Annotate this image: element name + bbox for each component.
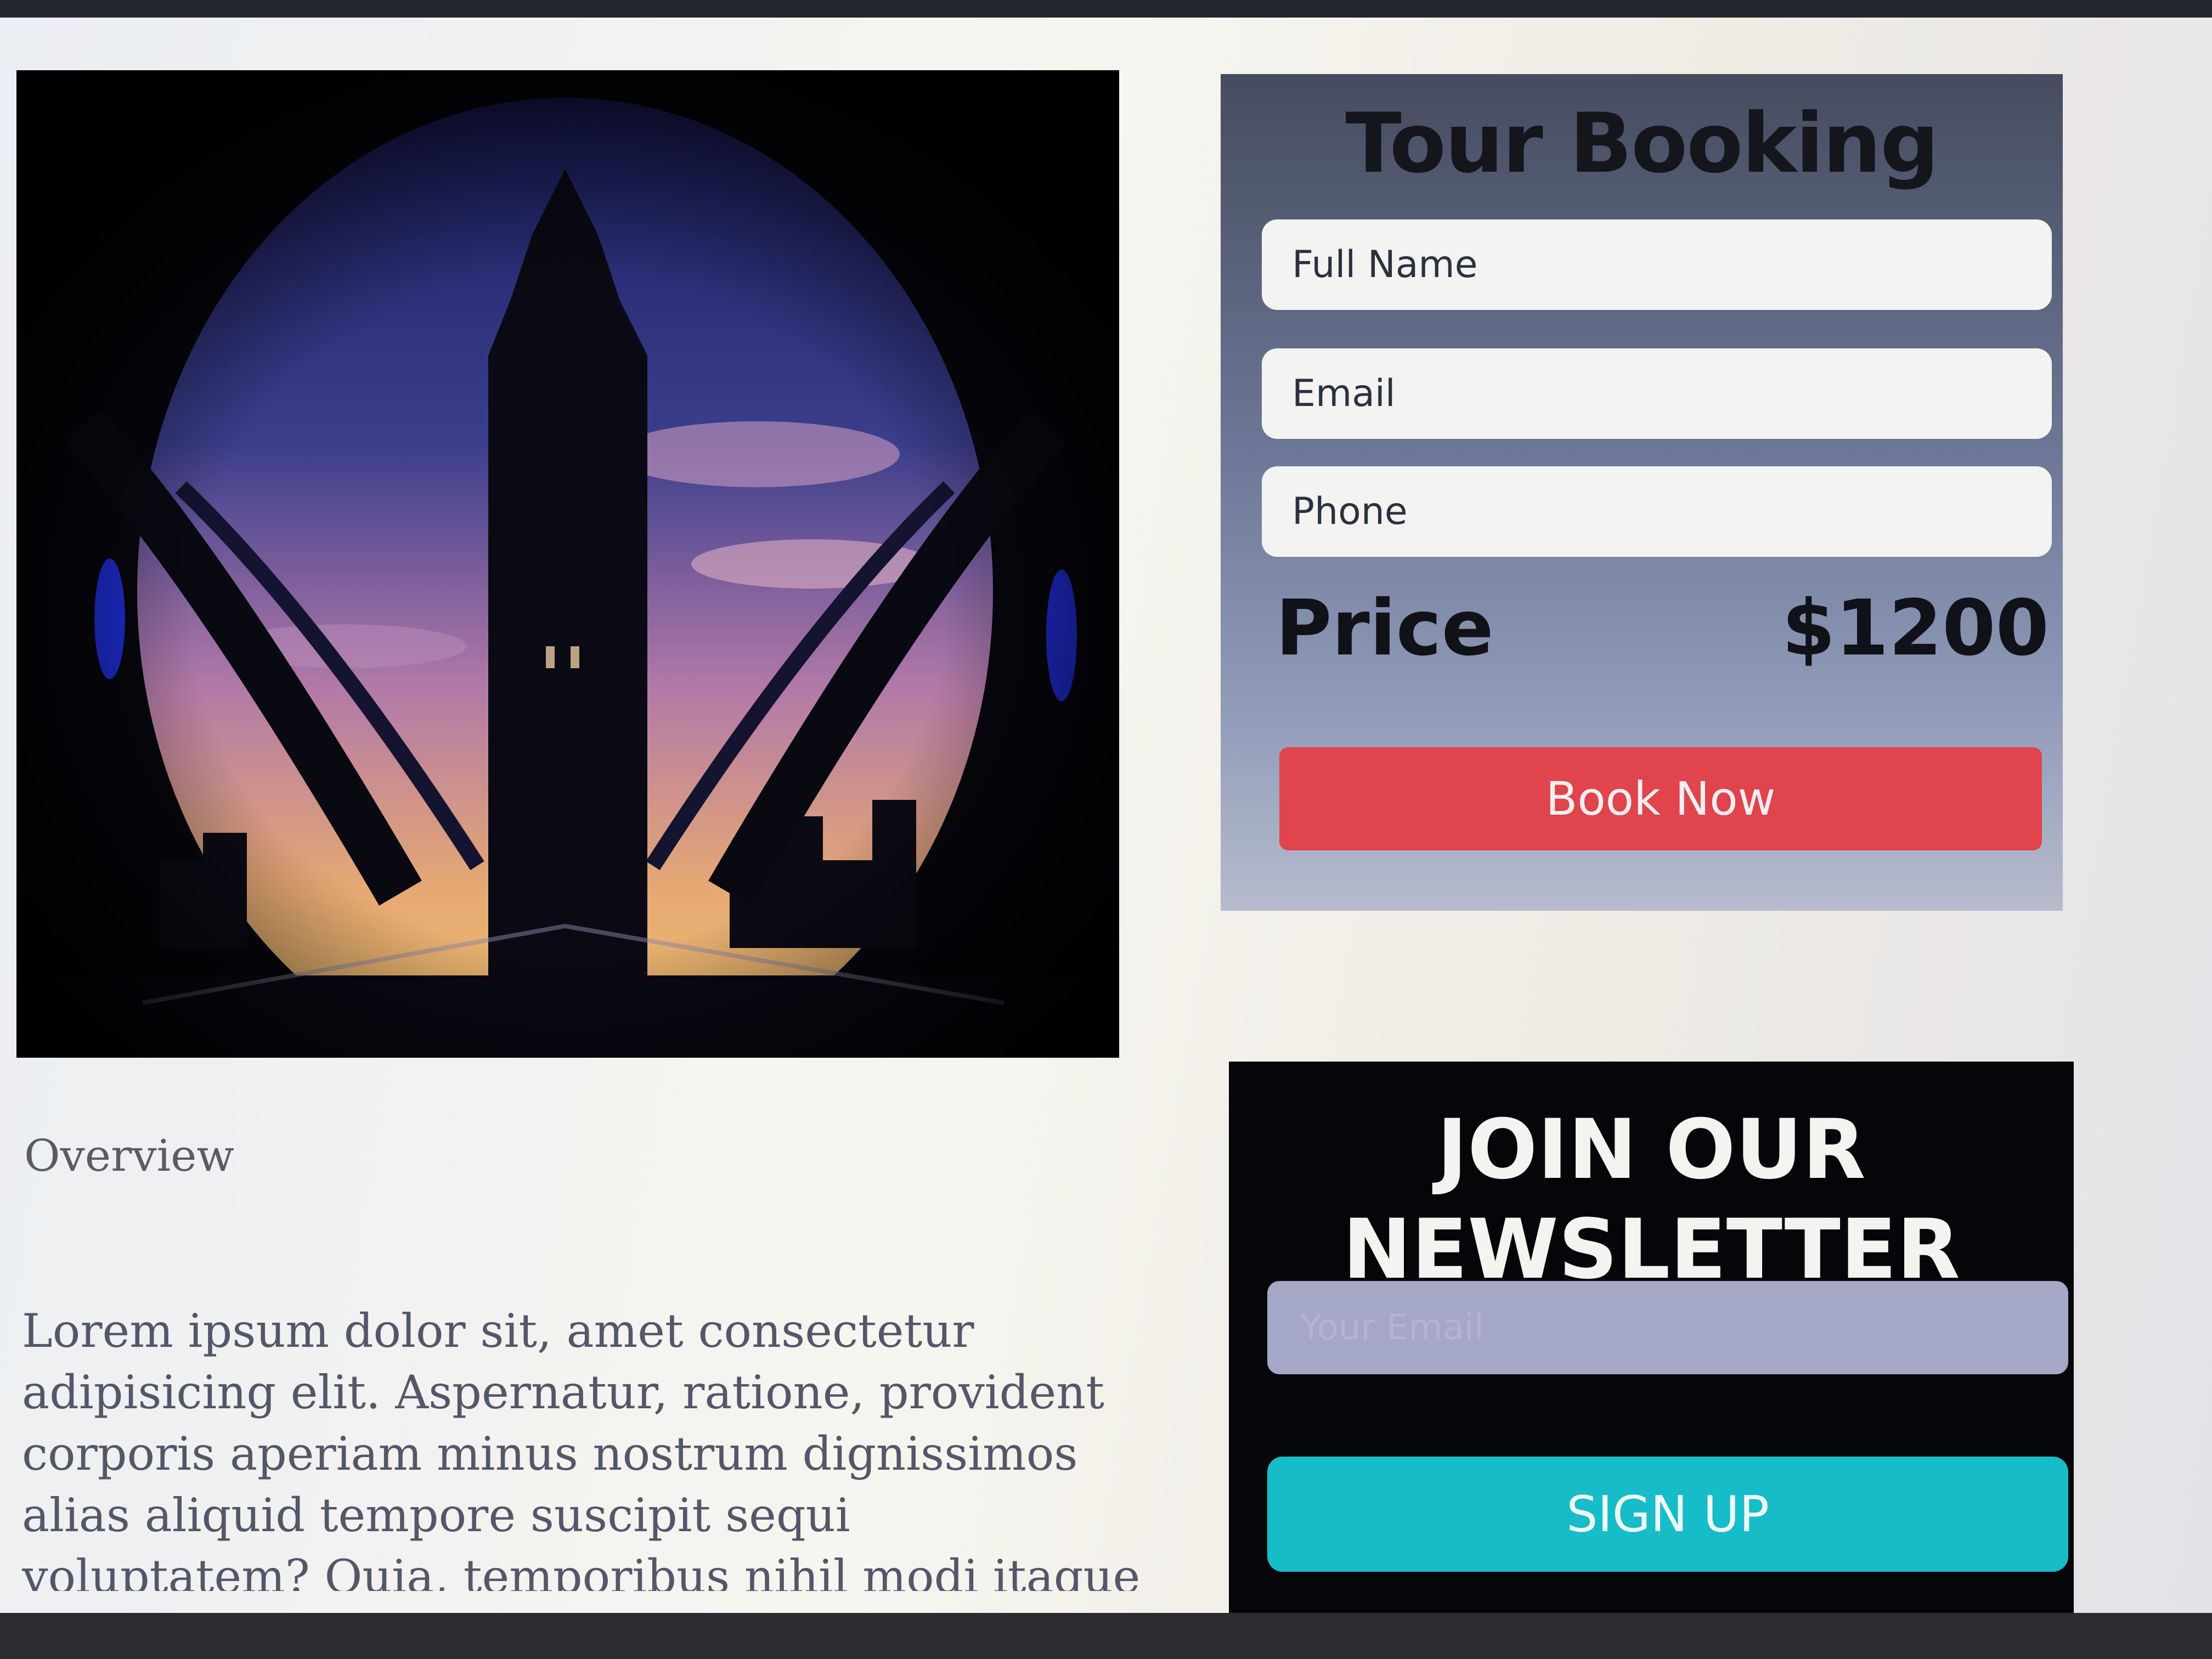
price-value: $1200 bbox=[1781, 583, 2049, 673]
screen-bezel-top bbox=[0, 0, 2212, 18]
tour-booking-card: Tour Booking Full Name Email Phone Price… bbox=[1221, 74, 2063, 911]
full-name-field[interactable]: Full Name bbox=[1262, 219, 2052, 310]
email-field[interactable]: Email bbox=[1262, 348, 2052, 439]
tour-hero-image bbox=[16, 70, 1119, 1058]
book-now-button[interactable]: Book Now bbox=[1279, 747, 2042, 850]
newsletter-email-input[interactable]: Your Email bbox=[1267, 1281, 2068, 1374]
price-row: Price $1200 bbox=[1276, 582, 2049, 675]
screen-bezel-bottom bbox=[0, 1613, 2212, 1659]
newsletter-title-line1: JOIN OUR bbox=[1437, 1102, 1866, 1198]
booking-title: Tour Booking bbox=[1345, 96, 1939, 191]
sign-up-button[interactable]: SIGN UP bbox=[1267, 1457, 2068, 1572]
overview-paragraph: Lorem ipsum dolor sit, amet consectetur … bbox=[22, 1304, 1141, 1591]
newsletter-title: JOIN OUR NEWSLETTER bbox=[1229, 1100, 2074, 1300]
overview-heading: Overview bbox=[24, 1130, 234, 1181]
overview-body: Lorem ipsum dolor sit, amet consectetur … bbox=[22, 1300, 1152, 1591]
newsletter-card: JOIN OUR NEWSLETTER Your Email SIGN UP bbox=[1229, 1062, 2074, 1613]
price-label: Price bbox=[1276, 583, 1494, 673]
phone-field[interactable]: Phone bbox=[1262, 466, 2052, 557]
